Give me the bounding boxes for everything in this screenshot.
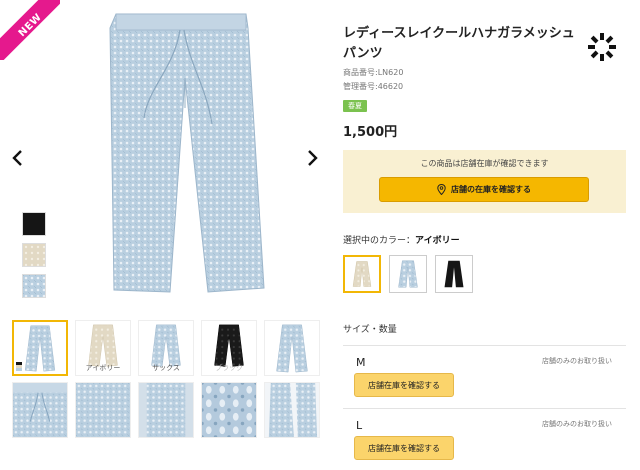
- product-number: 商品番号:LN620: [343, 68, 404, 77]
- chevron-right-icon: [308, 150, 318, 166]
- management-number: 管理番号:46620: [343, 82, 404, 91]
- size-label: M: [356, 356, 366, 369]
- size-row-l: L 店舗のみのお取り扱い 店舗在庫を確認する: [343, 408, 626, 470]
- thumbnail-black[interactable]: ブラック: [201, 320, 257, 376]
- thumbnail-row-2: [12, 382, 322, 438]
- color-option-black[interactable]: [435, 255, 473, 293]
- thumbnail-caption: ブラック: [215, 364, 243, 372]
- swatch-ivory[interactable]: [22, 243, 46, 267]
- size-quantity-heading: サイズ・数量: [343, 325, 397, 335]
- brand-logo-icon: [587, 32, 617, 62]
- new-badge: NEW: [0, 0, 60, 60]
- thumbnail-detail-texture[interactable]: [138, 382, 194, 438]
- thumbnail-sax-back[interactable]: [264, 320, 320, 376]
- thumbnail-row-1: アイボリー サックス ブラック: [12, 320, 322, 376]
- thumbnail-detail-hem[interactable]: [264, 382, 320, 438]
- mini-color-chips: [16, 362, 22, 372]
- size-row-m: M 店舗のみのお取り扱い 店舗在庫を確認する: [343, 345, 626, 405]
- size-note: 店舗のみのお取り扱い: [542, 420, 612, 428]
- thumbnail-detail-closeup[interactable]: [201, 382, 257, 438]
- swatch-column: [22, 212, 46, 305]
- size-label: L: [356, 419, 363, 432]
- product-title: レディースレイクールハナガラメッシュパンツ: [343, 26, 575, 61]
- selected-color-prefix: 選択中のカラー：: [343, 236, 416, 246]
- swatch-black[interactable]: [22, 212, 46, 236]
- color-options: [343, 255, 473, 293]
- store-stock-message: この商品は店舗在庫が確認できます: [420, 159, 549, 168]
- prev-image-arrow[interactable]: [11, 148, 25, 168]
- color-option-sax[interactable]: [389, 255, 427, 293]
- product-price: 1,500円: [343, 125, 398, 140]
- store-stock-box: この商品は店舗在庫が確認できます 店舗の在庫を確認する: [343, 150, 626, 213]
- size-note: 店舗のみのお取り扱い: [542, 357, 612, 365]
- check-store-stock-label: 店舗の在庫を確認する: [451, 185, 531, 194]
- next-image-arrow[interactable]: [305, 148, 319, 168]
- size-l-check-stock-button[interactable]: 店舗在庫を確認する: [354, 436, 454, 460]
- thumbnail-detail-waist[interactable]: [12, 382, 68, 438]
- thumbnail-ivory[interactable]: アイボリー: [75, 320, 131, 376]
- season-tag: 春夏: [343, 100, 367, 112]
- color-option-ivory[interactable]: [343, 255, 381, 293]
- chevron-left-icon: [12, 150, 22, 166]
- main-product-image: [88, 8, 278, 298]
- thumbnail-caption: サックス: [152, 364, 180, 372]
- new-badge-label: NEW: [16, 11, 45, 40]
- thumbnail-detail-fabric[interactable]: [75, 382, 131, 438]
- thumbnail-caption: アイボリー: [85, 364, 121, 372]
- location-pin-icon: [437, 184, 446, 195]
- check-store-stock-button[interactable]: 店舗の在庫を確認する: [379, 177, 589, 202]
- size-m-check-stock-button[interactable]: 店舗在庫を確認する: [354, 373, 454, 397]
- swatch-sax[interactable]: [22, 274, 46, 298]
- thumbnail-sax-main[interactable]: [12, 320, 68, 376]
- selected-color-value: アイボリー: [415, 236, 460, 246]
- selected-color-label: 選択中のカラー：アイボリー: [343, 233, 460, 246]
- thumbnail-sax[interactable]: サックス: [138, 320, 194, 376]
